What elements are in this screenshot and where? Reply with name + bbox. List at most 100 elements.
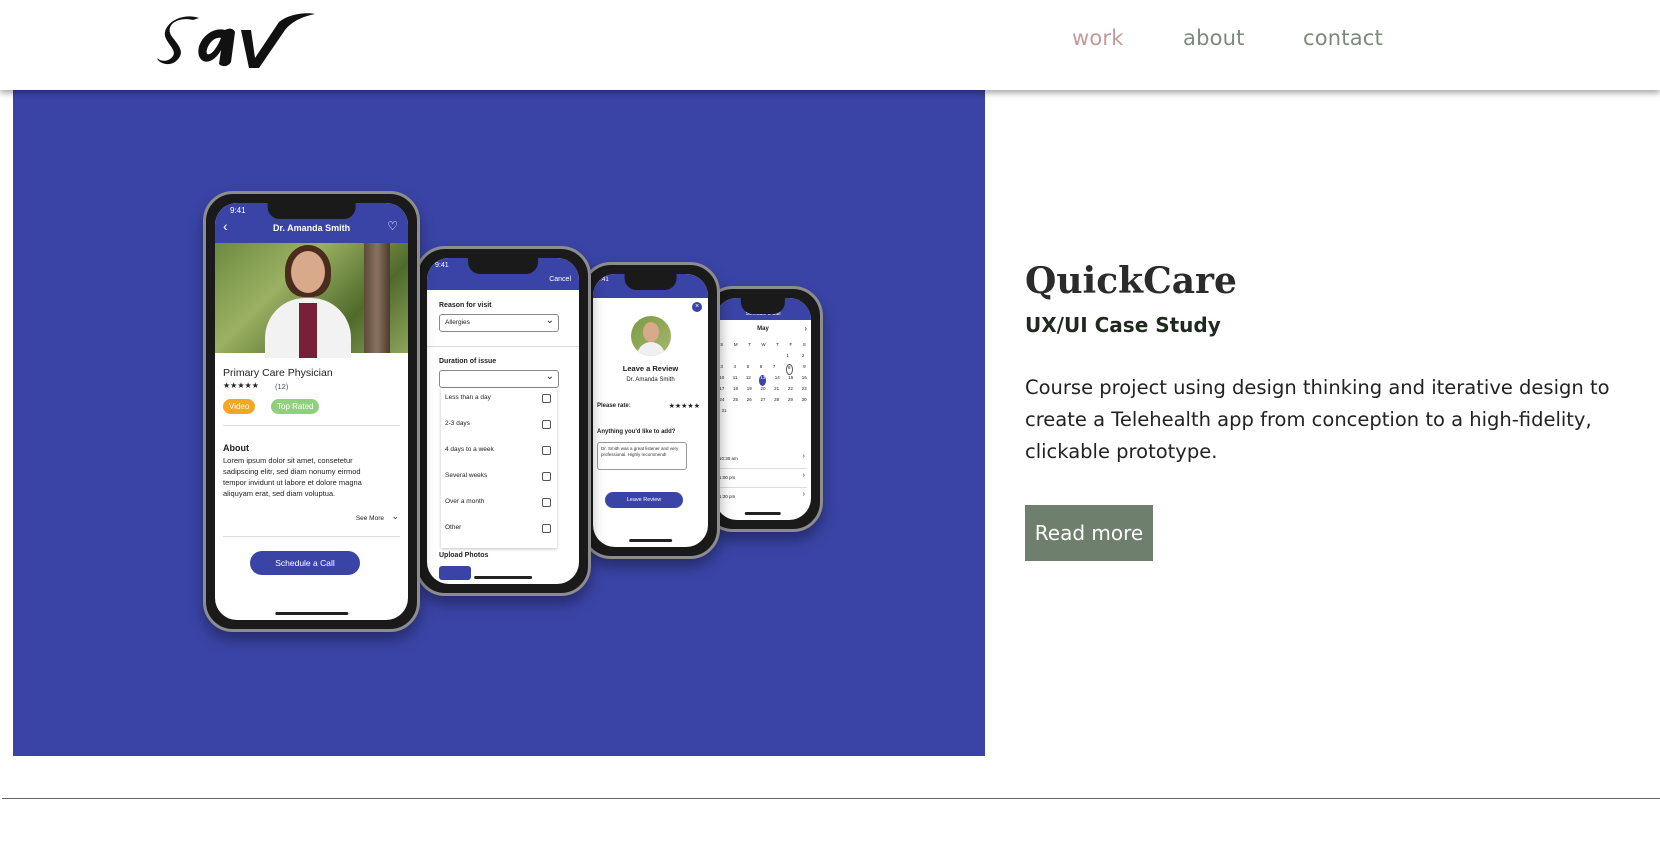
project-description: Course project using design thinking and… (1025, 376, 1610, 463)
back-arrow-icon: ‹ (223, 218, 228, 234)
day: 2 (801, 353, 805, 358)
phone-mockup-schedule: Schedule a Call ‹ May › S M T W T F S (703, 286, 823, 532)
cancel-link: Cancel (549, 276, 571, 283)
phone-notch (624, 274, 677, 290)
project-mockup-image[interactable]: 9:41 ‹ Dr. Amanda Smith ♡ Primary Care P… (13, 90, 985, 756)
chevron-down-icon: ⌄ (545, 315, 554, 326)
day: 26 (746, 397, 752, 402)
phone-screen: 9:41 Cancel Reason for visit Allergies ⌄… (427, 258, 579, 584)
day: 23 (801, 386, 807, 391)
time-slot: 1:00 pm (719, 475, 736, 480)
duration-select: ⌄ (439, 370, 559, 388)
option-label: 4 days to a week (445, 446, 494, 453)
day: 16 (801, 375, 807, 380)
photo-face (291, 251, 325, 293)
review-heading: Leave a Review (622, 364, 679, 373)
chevron-right-icon: › (802, 453, 805, 460)
upload-label: Upload Photos (439, 552, 489, 559)
main-nav: work about contact (0, 26, 1660, 66)
checkbox (542, 498, 551, 507)
badge-top-rated: Top Rated (271, 399, 320, 414)
rating-stars: ★★★★★ (668, 403, 700, 410)
read-more-button[interactable]: Read more (1025, 505, 1153, 561)
divider (719, 468, 807, 469)
weekday: F (789, 342, 793, 347)
day: 21 (774, 386, 780, 391)
day: 27 (760, 397, 766, 402)
divider (427, 346, 579, 347)
upload-button (439, 566, 471, 580)
avatar-face (642, 322, 659, 342)
phone-mockup-review: 9:41 × Leave a Review Dr. Amanda Smith P… (581, 262, 720, 559)
day: 11 (732, 375, 738, 380)
calendar-week: 10 11 12 13 14 15 16 (715, 375, 811, 386)
phone-mockup-profile: 9:41 ‹ Dr. Amanda Smith ♡ Primary Care P… (203, 191, 420, 632)
calendar-week: 3 4 5 6 7 8 9 (715, 364, 811, 375)
day: 31 (721, 408, 727, 413)
heart-icon: ♡ (387, 219, 398, 233)
option-label: Over a month (445, 498, 485, 505)
phone-notch (740, 298, 786, 314)
day: 29 (787, 397, 793, 402)
checkbox (542, 420, 551, 429)
status-time: 9:41 (230, 206, 246, 215)
day: 6 (759, 364, 763, 369)
nav-work-link[interactable]: work (1072, 26, 1124, 50)
leave-review-button: Leave Review (605, 492, 683, 508)
weekday: T (748, 342, 751, 347)
doctor-name-header: Dr. Amanda Smith (273, 223, 351, 233)
close-icon: × (692, 302, 702, 312)
photo-shirt (299, 303, 317, 358)
reason-label: Reason for visit (439, 302, 492, 309)
weekday: T (776, 342, 779, 347)
doctor-avatar (630, 316, 671, 356)
nav-about-link[interactable]: about (1183, 26, 1245, 50)
reason-value: Allergies (445, 319, 470, 326)
day: 4 (733, 364, 736, 369)
chevron-right-icon: › (802, 472, 805, 479)
home-indicator (274, 612, 349, 615)
calendar-week: 1 2 (715, 353, 811, 364)
day: 20 (760, 386, 766, 391)
checkbox (542, 446, 551, 455)
weekday: M (733, 342, 738, 347)
option-label: Several weeks (445, 472, 488, 479)
day: 1 (786, 353, 789, 358)
divider (223, 425, 400, 426)
see-more-link: See More (355, 515, 384, 522)
rate-label: Please rate: (597, 403, 631, 409)
project-subtitle: UX/UI Case Study (1025, 313, 1221, 337)
day: 24 (719, 397, 725, 402)
section-divider (2, 798, 1660, 799)
about-text-line: aliquyam erat, sed diam voluptua. (223, 489, 336, 498)
time-slot: 10:30 am (719, 456, 738, 461)
status-time: 9:41 (597, 277, 609, 283)
calendar-week: 24 25 26 27 28 29 30 (715, 397, 811, 408)
about-heading: About (223, 443, 249, 453)
schedule-call-button: Schedule a Call (250, 551, 360, 575)
phone-screen: 9:41 ‹ Dr. Amanda Smith ♡ Primary Care P… (215, 203, 408, 620)
day: 5 (746, 364, 750, 369)
avatar-coat (636, 342, 665, 356)
day: 12 (745, 375, 751, 380)
option-label: 2-3 days (445, 420, 470, 427)
nav-contact-link[interactable]: contact (1303, 26, 1383, 50)
phone-screen: 9:41 × Leave a Review Dr. Amanda Smith P… (593, 274, 708, 547)
photo-tree (364, 243, 390, 353)
day: 9 (803, 364, 806, 369)
status-time: 9:41 (435, 262, 449, 269)
day: 17 (719, 386, 725, 391)
about-text-line: Lorem ipsum dolor sit amet, consetetur (223, 456, 353, 465)
day: 15 (788, 375, 794, 380)
badge-video: Video (223, 399, 256, 414)
day: 7 (772, 364, 776, 369)
phone-screen: Schedule a Call ‹ May › S M T W T F S (715, 298, 811, 520)
day: 8 (786, 364, 793, 375)
phone-notch (267, 203, 356, 219)
day: 22 (787, 386, 793, 391)
calendar-month: May (757, 326, 769, 332)
day: 14 (774, 375, 780, 380)
review-count: (12) (275, 382, 289, 391)
weekday: S (720, 342, 724, 347)
duration-label: Duration of issue (439, 358, 497, 365)
